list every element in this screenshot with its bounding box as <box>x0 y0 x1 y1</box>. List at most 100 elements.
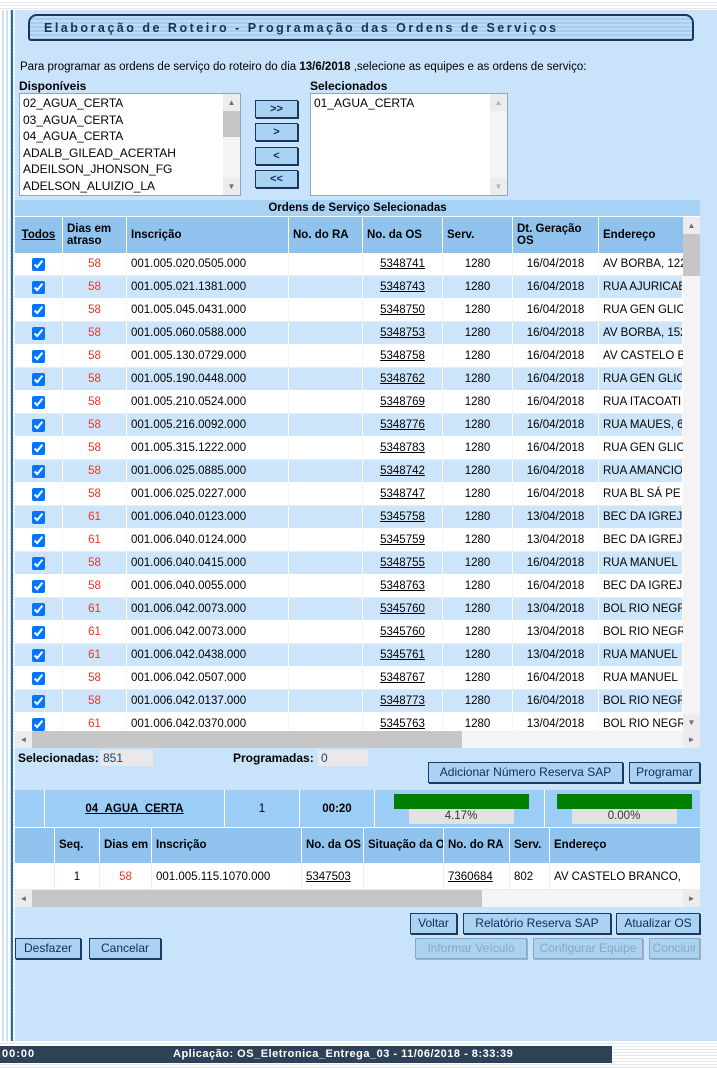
os-link[interactable]: 5348741 <box>380 258 425 270</box>
move-all-left-button[interactable]: << <box>255 170 298 188</box>
order-checkbox[interactable] <box>32 465 45 478</box>
scrollbar-thumb[interactable] <box>32 890 482 907</box>
scroll-down-icon[interactable]: ▼ <box>683 714 700 731</box>
configure-team-button[interactable]: Configurar Equipe <box>533 938 643 959</box>
sap-report-button[interactable]: Relatório Reserva SAP <box>463 913 611 934</box>
scroll-left-icon[interactable]: ◄ <box>15 731 32 748</box>
os-link[interactable]: 5345763 <box>380 718 425 730</box>
listbox-item[interactable]: 04_AGUA_CERTA <box>20 128 223 145</box>
orders-header-todos[interactable]: Todos <box>15 217 63 253</box>
listbox-item[interactable]: ADELSON_ALUIZIO_LA <box>20 178 223 195</box>
listbox-item[interactable]: 03_AGUA_CERTA <box>20 112 223 129</box>
selected-listbox[interactable]: 01_AGUA_CERTA ▲ ▼ <box>310 93 508 196</box>
selected-scrollbar[interactable]: ▲ ▼ <box>490 94 507 195</box>
order-checkbox[interactable] <box>32 511 45 524</box>
scroll-up-icon[interactable]: ▲ <box>683 217 700 234</box>
order-select-cell <box>15 529 63 552</box>
listbox-item[interactable]: 01_AGUA_CERTA <box>311 95 490 112</box>
os-link[interactable]: 5345760 <box>380 626 425 638</box>
order-checkbox[interactable] <box>32 534 45 547</box>
order-checkbox[interactable] <box>32 281 45 294</box>
listbox-item[interactable]: ADEILSON_JHONSON_FG <box>20 161 223 178</box>
scroll-down-icon[interactable]: ▼ <box>223 178 240 195</box>
order-checkbox[interactable] <box>32 557 45 570</box>
scrollbar-thumb[interactable] <box>683 234 700 276</box>
scroll-up-icon[interactable]: ▲ <box>490 94 507 111</box>
os-link[interactable]: 5348743 <box>380 281 425 293</box>
os-link[interactable]: 5347503 <box>306 871 351 883</box>
inform-vehicle-button[interactable]: Informar Veículo <box>415 938 527 959</box>
cancel-button[interactable]: Cancelar <box>89 938 161 959</box>
add-sap-reserve-button[interactable]: Adicionar Número Reserva SAP <box>428 762 623 783</box>
order-checkbox[interactable] <box>32 672 45 685</box>
finish-button[interactable]: Concluir <box>649 938 700 959</box>
listbox-item[interactable]: ADALB_GILEAD_ACERTAH <box>20 145 223 162</box>
back-button[interactable]: Voltar <box>410 913 457 934</box>
os-link[interactable]: 5348753 <box>380 327 425 339</box>
scrollbar-thumb[interactable] <box>32 731 462 748</box>
scroll-track[interactable] <box>683 276 700 714</box>
order-checkbox[interactable] <box>32 603 45 616</box>
move-right-button[interactable]: > <box>255 123 298 141</box>
scrollbar-thumb[interactable] <box>223 111 240 137</box>
order-checkbox[interactable] <box>32 350 45 363</box>
os-link[interactable]: 5348747 <box>380 488 425 500</box>
order-checkbox[interactable] <box>32 258 45 271</box>
os-link[interactable]: 5345758 <box>380 511 425 523</box>
order-checkbox[interactable] <box>32 649 45 662</box>
refresh-os-button[interactable]: Atualizar OS <box>616 913 700 934</box>
team-orders-count: 1 <box>225 790 300 828</box>
move-all-right-button[interactable]: >> <box>255 100 298 118</box>
os-link[interactable]: 5348742 <box>380 465 425 477</box>
os-link[interactable]: 5348762 <box>380 373 425 385</box>
os-link[interactable]: 5348763 <box>380 580 425 592</box>
order-checkbox[interactable] <box>32 488 45 501</box>
days-late-cell: 58 <box>63 552 127 575</box>
order-checkbox[interactable] <box>32 419 45 432</box>
order-checkbox[interactable] <box>32 373 45 386</box>
move-left-button[interactable]: < <box>255 147 298 165</box>
order-checkbox[interactable] <box>32 580 45 593</box>
os-link[interactable]: 5345759 <box>380 534 425 546</box>
scroll-right-icon[interactable]: ► <box>683 890 700 907</box>
orders-hscrollbar[interactable]: ◄ ► <box>15 731 700 748</box>
address-cell: RUA MANUEL <box>599 667 683 690</box>
days-late-cell: 58 <box>63 368 127 391</box>
orders-vscrollbar[interactable]: ▲ ▼ <box>683 217 700 731</box>
os-link[interactable]: 5348783 <box>380 442 425 454</box>
team-link[interactable]: 04_AGUA_CERTA <box>85 803 183 815</box>
order-checkbox[interactable] <box>32 442 45 455</box>
available-listbox[interactable]: 02_AGUA_CERTA03_AGUA_CERTA04_AGUA_CERTAA… <box>19 93 241 196</box>
scroll-track[interactable] <box>482 890 683 907</box>
scroll-track[interactable] <box>223 137 240 178</box>
os-link[interactable]: 5348755 <box>380 557 425 569</box>
os-link[interactable]: 5345760 <box>380 603 425 615</box>
order-checkbox[interactable] <box>32 304 45 317</box>
order-checkbox[interactable] <box>32 396 45 409</box>
select-all-link[interactable]: Todos <box>22 229 56 242</box>
undo-button[interactable]: Desfazer <box>15 938 81 959</box>
scroll-track[interactable] <box>462 731 683 748</box>
scroll-right-icon[interactable]: ► <box>683 731 700 748</box>
os-link[interactable]: 5348750 <box>380 304 425 316</box>
available-scrollbar[interactable]: ▲ ▼ <box>223 94 240 195</box>
os-link[interactable]: 5348769 <box>380 396 425 408</box>
os-link[interactable]: 5348776 <box>380 419 425 431</box>
os-link[interactable]: 5345761 <box>380 649 425 661</box>
listbox-item[interactable]: 02_AGUA_CERTA <box>20 95 223 112</box>
os-link[interactable]: 5348773 <box>380 695 425 707</box>
generation-date-cell: 16/04/2018 <box>513 322 599 345</box>
order-checkbox[interactable] <box>32 327 45 340</box>
ra-link[interactable]: 7360684 <box>448 871 493 883</box>
os-link[interactable]: 5348758 <box>380 350 425 362</box>
os-link[interactable]: 5348767 <box>380 672 425 684</box>
scroll-up-icon[interactable]: ▲ <box>223 94 240 111</box>
order-checkbox[interactable] <box>32 695 45 708</box>
scroll-left-icon[interactable]: ◄ <box>15 890 32 907</box>
order-checkbox[interactable] <box>32 718 45 731</box>
scroll-track[interactable] <box>490 111 507 178</box>
order-checkbox[interactable] <box>32 626 45 639</box>
schedule-button[interactable]: Programar <box>629 762 700 783</box>
schedule-hscrollbar[interactable]: ◄ ► <box>15 890 700 907</box>
scroll-down-icon[interactable]: ▼ <box>490 178 507 195</box>
